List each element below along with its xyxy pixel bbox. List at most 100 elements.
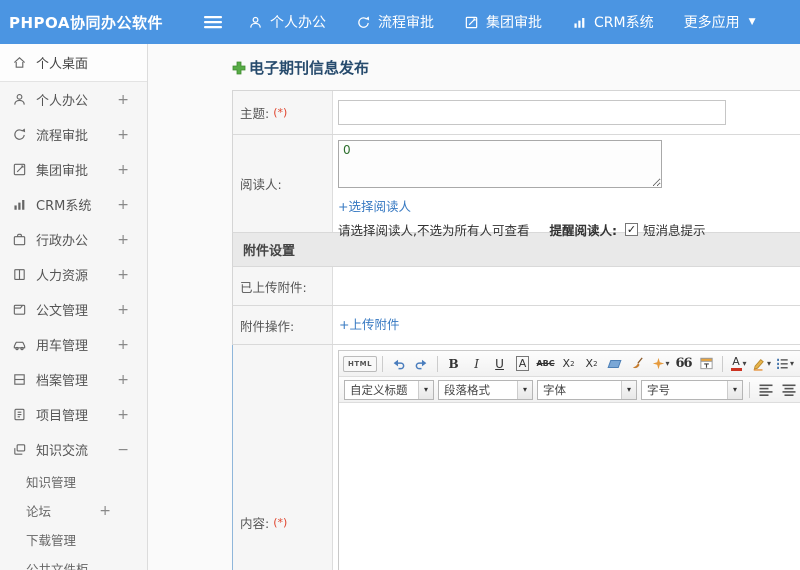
process-cycle-icon xyxy=(14,128,26,140)
expand-indicator[interactable]: + xyxy=(117,197,135,213)
readers-label-cell: 阅读人: xyxy=(233,135,333,232)
eraser-button[interactable] xyxy=(604,354,625,374)
rich-text-editor: HTML B I U A ABC X2 X2 ▾ 66 A ▾ ▾ ▾ 自定义标… xyxy=(338,350,800,570)
sms-notify-label: 短消息提示 xyxy=(642,223,706,238)
content-label-wrap: 内容: (*) xyxy=(240,513,287,532)
sidebar-item-vehicle-management[interactable]: 用车管理 + xyxy=(0,327,147,362)
sidebar-item-admin-office[interactable]: 行政办公 + xyxy=(0,222,147,257)
caret-down-icon: ▾ xyxy=(621,380,636,399)
select-value: 段落格式 xyxy=(444,382,490,397)
upload-attachment-link[interactable]: +上传附件 xyxy=(339,317,399,332)
expand-indicator[interactable]: + xyxy=(117,127,135,143)
auto-typeset-button[interactable]: ▾ xyxy=(650,354,671,374)
expand-indicator[interactable]: + xyxy=(99,503,135,519)
sub-base: X xyxy=(585,357,594,370)
sidebar-item-human-resources[interactable]: 人力资源 + xyxy=(0,257,147,292)
bold-button[interactable]: B xyxy=(443,354,464,374)
sidebar-subitem-forum[interactable]: 论坛 + xyxy=(0,496,147,525)
sidebar-item-personal-office[interactable]: 个人办公 + xyxy=(0,82,147,117)
sidebar-subitem-label: 论坛 xyxy=(26,504,52,519)
edit-square-icon xyxy=(13,163,26,176)
content-label: 内容: xyxy=(240,516,270,531)
blockquote-button[interactable]: 66 xyxy=(673,354,694,374)
custom-heading-select[interactable]: 自定义标题 ▾ xyxy=(344,379,434,400)
nav-label: 流程审批 xyxy=(378,15,434,31)
expand-indicator[interactable]: − xyxy=(117,442,135,458)
align-left-button[interactable] xyxy=(755,380,776,400)
expand-indicator[interactable]: + xyxy=(117,92,135,108)
font-size-select[interactable]: 字号 ▾ xyxy=(641,379,743,400)
font-family-select[interactable]: 字体 ▾ xyxy=(537,379,637,400)
caret-down-icon: ▾ xyxy=(742,359,747,368)
sidebar-item-group-approval[interactable]: 集团审批 + xyxy=(0,152,147,187)
nav-more-apps[interactable]: 更多应用 ▼ xyxy=(684,12,756,32)
sms-notify-checkbox[interactable]: ✓ xyxy=(624,223,638,236)
align-center-button[interactable] xyxy=(778,380,799,400)
sidebar-item-personal-desktop[interactable]: 个人桌面 xyxy=(0,44,147,82)
format-brush-button[interactable] xyxy=(627,354,648,374)
sidebar-item-archive-management[interactable]: 档案管理 + xyxy=(0,362,147,397)
sidebar-item-document-management[interactable]: 公文管理 + xyxy=(0,292,147,327)
person-icon xyxy=(14,93,25,105)
select-readers-link[interactable]: +选择阅读人 xyxy=(338,196,800,215)
sidebar-subitem-download-management[interactable]: 下载管理 xyxy=(0,525,147,554)
expand-indicator[interactable]: + xyxy=(117,162,135,178)
superscript-button[interactable]: X2 xyxy=(558,354,579,374)
subscript-button[interactable]: X2 xyxy=(581,354,602,374)
paragraph-format-select[interactable]: 段落格式 ▾ xyxy=(438,379,533,400)
sidebar-item-project-management[interactable]: 项目管理 + xyxy=(0,397,147,432)
expand-indicator[interactable]: + xyxy=(117,407,135,423)
sidebar-subitem-knowledge-management[interactable]: 知识管理 xyxy=(0,467,147,496)
eraser-icon xyxy=(607,359,622,368)
sidebar-subitem-public-file-cabinet[interactable]: 公共文件柜 xyxy=(0,554,147,570)
select-value: 自定义标题 xyxy=(350,382,408,397)
font-frame-button[interactable]: A xyxy=(512,354,533,374)
toolbar-separator xyxy=(722,355,724,372)
strikethrough-button[interactable]: ABC xyxy=(535,354,556,374)
expand-indicator[interactable]: + xyxy=(117,302,135,318)
paste-text-button[interactable] xyxy=(696,354,717,374)
sidebar-item-label: 用车管理 xyxy=(36,339,89,354)
caret-down-icon: ▾ xyxy=(665,359,670,368)
html-source-button[interactable]: HTML xyxy=(343,355,378,372)
font-color-button[interactable]: A ▾ xyxy=(728,354,749,374)
sidebar-item-label: 行政办公 xyxy=(36,234,89,249)
highlight-button[interactable]: ▾ xyxy=(751,354,772,374)
readers-textarea[interactable]: 0 xyxy=(338,140,662,188)
nav-crm-system[interactable]: CRM系统 xyxy=(572,12,654,32)
nav-process-approval[interactable]: 流程审批 xyxy=(356,12,434,32)
sidebar-item-label: 集团审批 xyxy=(36,164,89,179)
font-frame-icon: A xyxy=(515,356,530,371)
editor-content-area[interactable] xyxy=(339,403,800,570)
sidebar-item-label: 项目管理 xyxy=(36,409,89,424)
expand-indicator[interactable]: + xyxy=(117,372,135,388)
subject-input[interactable] xyxy=(338,100,726,125)
sidebar-item-knowledge-exchange[interactable]: 知识交流 − xyxy=(0,432,147,467)
nav-personal-office[interactable]: 个人办公 xyxy=(248,12,326,32)
nav-label: 更多应用 xyxy=(683,15,740,31)
uploaded-attachment-row: 已上传附件: xyxy=(232,267,800,306)
underline-button[interactable]: U xyxy=(489,354,510,374)
italic-button[interactable]: I xyxy=(466,354,487,374)
sidebar-item-label: 人力资源 xyxy=(36,269,89,284)
ordered-list-button[interactable]: ▾ xyxy=(774,354,795,374)
sidebar-subitem-label: 知识管理 xyxy=(26,475,77,490)
font-color-letter: A xyxy=(732,355,740,368)
expand-indicator[interactable]: + xyxy=(117,232,135,248)
expand-indicator[interactable]: + xyxy=(117,267,135,283)
sidebar-item-process-approval[interactable]: 流程审批 + xyxy=(0,117,147,152)
sidebar-item-crm-system[interactable]: CRM系统 + xyxy=(0,187,147,222)
caret-down-icon: ▾ xyxy=(517,380,532,399)
bar-chart-icon xyxy=(14,200,25,210)
undo-button[interactable] xyxy=(388,354,409,374)
person-icon xyxy=(250,16,261,28)
process-cycle-icon xyxy=(358,16,370,28)
nav-group-approval[interactable]: 集团审批 xyxy=(464,12,542,32)
hamburger-menu-button[interactable] xyxy=(200,14,226,30)
expand-indicator[interactable]: + xyxy=(117,337,135,353)
ordered-list-icon xyxy=(777,358,788,369)
content-editor-cell: HTML B I U A ABC X2 X2 ▾ 66 A ▾ ▾ ▾ 自定义标… xyxy=(333,345,800,570)
app-window: PHPOA协同办公软件 个人办公 流程审批 集团审批 CRM系统 更多应用 ▼ … xyxy=(0,0,800,570)
redo-button[interactable] xyxy=(411,354,432,374)
redo-icon xyxy=(415,359,427,369)
